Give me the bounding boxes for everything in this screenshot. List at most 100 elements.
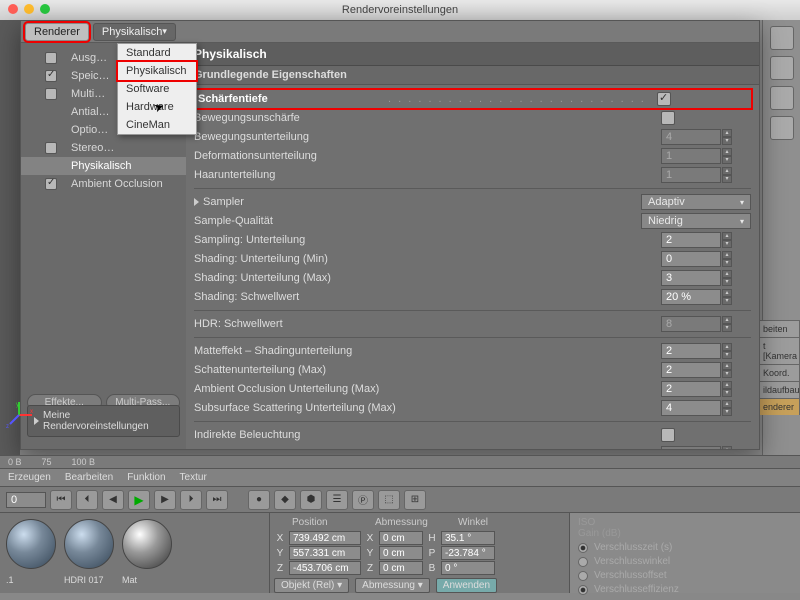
dof-checkbox[interactable] xyxy=(657,92,671,106)
dropdown-item-cineman[interactable]: CineMan xyxy=(118,116,196,134)
tab[interactable]: Textur xyxy=(180,472,207,483)
disclosure-icon[interactable] xyxy=(194,198,199,206)
pos-y[interactable]: 557.331 cm xyxy=(289,546,361,560)
sampler-dropdown[interactable]: Adaptiv▾ xyxy=(641,194,751,210)
toolbar-icon[interactable]: Ⓟ xyxy=(352,490,374,510)
renderer-combo[interactable]: Physikalisch ▾ xyxy=(93,23,176,41)
checkbox[interactable] xyxy=(45,88,57,100)
apply-button[interactable]: Anwenden xyxy=(436,578,497,593)
step-back-icon[interactable]: ⏴ xyxy=(76,490,98,510)
radio-shutter-time[interactable]: Verschlusszeit (s) xyxy=(578,542,792,553)
panel-subtitle: Grundlegende Eigenschaften xyxy=(186,66,759,85)
coordinates-panel: PositionAbmessungWinkel X739.492 cmX0 cm… xyxy=(270,513,570,593)
num-input[interactable]: 2 xyxy=(661,343,721,359)
camera-shutter-panel: ISO Gain (dB) Verschlusszeit (s) Verschl… xyxy=(570,513,800,593)
checkbox[interactable] xyxy=(45,142,57,154)
ang-h[interactable]: 35.1 ° xyxy=(441,531,495,545)
checkbox[interactable] xyxy=(45,70,57,82)
radio-shutter-angle[interactable]: Verschlusswinkel xyxy=(578,556,792,567)
pos-z[interactable]: -453.706 cm xyxy=(289,561,361,575)
ang-p[interactable]: -23.784 ° xyxy=(441,546,495,560)
pos-x[interactable]: 739.492 cm xyxy=(289,531,361,545)
num-input[interactable]: 2 xyxy=(661,232,721,248)
renderer-menu-button[interactable]: Renderer xyxy=(25,23,89,41)
frame-field[interactable]: 0 xyxy=(6,492,46,508)
sidebar-item-ao: Ambient Occlusion xyxy=(21,175,186,193)
num-input[interactable]: 3 xyxy=(661,270,721,286)
checkbox[interactable] xyxy=(45,178,57,190)
tab[interactable]: Funktion xyxy=(127,472,165,483)
radio-shutter-eff[interactable]: Verschlusseffizienz xyxy=(578,584,792,595)
dimension-dropdown[interactable]: Abmessung ▾ xyxy=(355,578,430,593)
num-input[interactable]: 2 xyxy=(661,381,721,397)
close-icon[interactable] xyxy=(8,4,18,14)
zoom-icon[interactable] xyxy=(40,4,50,14)
tool-icon[interactable] xyxy=(770,26,794,50)
spinner: ▴▾ xyxy=(722,129,732,145)
goto-end-icon[interactable]: ⏭ xyxy=(206,490,228,510)
num-input[interactable]: 20 % xyxy=(661,289,721,305)
num-input[interactable]: 2 xyxy=(661,362,721,378)
toolbar-icon[interactable]: ☰ xyxy=(326,490,348,510)
bg-right-tabs[interactable]: beiten t [Kamera Koord. ildaufbau endere… xyxy=(758,320,800,415)
toolbar-icon[interactable]: ⊞ xyxy=(404,490,426,510)
chevron-down-icon: ▾ xyxy=(162,26,167,37)
minimize-icon[interactable] xyxy=(24,4,34,14)
disclosure-icon xyxy=(34,417,39,425)
tool-icon[interactable] xyxy=(770,116,794,140)
dim-y[interactable]: 0 cm xyxy=(379,546,423,560)
material-label: HDRI 017 xyxy=(64,575,114,585)
material-preview[interactable] xyxy=(122,519,172,569)
dim-x[interactable]: 0 cm xyxy=(379,531,423,545)
tab[interactable]: Bearbeiten xyxy=(65,472,113,483)
quality-dropdown[interactable]: Niedrig▾ xyxy=(641,213,751,229)
num-input: 8 xyxy=(661,316,721,332)
material-preview[interactable] xyxy=(6,519,56,569)
autokey-icon[interactable]: ⬢ xyxy=(300,490,322,510)
next-frame-icon[interactable]: ▶ xyxy=(154,490,176,510)
record-icon[interactable]: ● xyxy=(248,490,270,510)
settings-main: Physikalisch Grundlegende Eigenschaften … xyxy=(186,43,759,449)
timeline-ruler[interactable]: 0 B75100 B xyxy=(0,455,800,469)
dropdown-item-software[interactable]: Software xyxy=(118,80,196,98)
svg-text:z: z xyxy=(6,424,9,430)
sidebar-item: Stereo… xyxy=(21,139,186,157)
tool-icon[interactable] xyxy=(770,86,794,110)
dim-z[interactable]: 0 cm xyxy=(379,561,423,575)
app-bottom-area: 0 B75100 B Erzeugen Bearbeiten Funktion … xyxy=(0,455,800,600)
gi-checkbox[interactable] xyxy=(661,428,675,442)
axis-gizmo-icon: x y z xyxy=(4,400,34,430)
tab[interactable]: Erzeugen xyxy=(8,472,51,483)
tool-icon[interactable] xyxy=(770,56,794,80)
object-mode-dropdown[interactable]: Objekt (Rel) ▾ xyxy=(274,578,349,593)
dropdown-item-standard[interactable]: Standard xyxy=(118,44,196,62)
play-icon[interactable]: ▶ xyxy=(128,490,150,510)
traffic-lights[interactable] xyxy=(8,4,50,14)
svg-text:y: y xyxy=(16,402,19,408)
panel-title: Physikalisch xyxy=(186,43,759,66)
material-panel: .1 HDRI 017 Mat xyxy=(0,513,270,593)
num-input[interactable]: 0 xyxy=(661,251,721,267)
dropdown-item-physical[interactable]: Physikalisch xyxy=(118,62,196,80)
motionblur-checkbox[interactable] xyxy=(661,111,675,125)
radio-shutter-offset[interactable]: Verschlussoffset xyxy=(578,570,792,581)
toolbar-icon[interactable]: ⬚ xyxy=(378,490,400,510)
num-input: 4 xyxy=(661,129,721,145)
bottom-tabs: Erzeugen Bearbeiten Funktion Textur xyxy=(0,469,800,487)
renderer-dropdown[interactable]: Standard Physikalisch Software Hardware … xyxy=(117,43,197,135)
material-preview[interactable] xyxy=(64,519,114,569)
goto-start-icon[interactable]: ⏮ xyxy=(50,490,72,510)
checkbox[interactable] xyxy=(45,52,57,64)
window-menubar: Renderer Physikalisch ▾ xyxy=(21,21,759,43)
properties-list: Schärfentiefe . . . . . . . . . . . . . … xyxy=(186,85,759,449)
num-input[interactable]: 4 xyxy=(661,400,721,416)
spinner[interactable]: ▴▾ xyxy=(722,232,732,248)
material-label: .1 xyxy=(6,575,56,585)
num-input: 1 xyxy=(661,167,721,183)
prev-frame-icon[interactable]: ◀ xyxy=(102,490,124,510)
ang-b[interactable]: 0 ° xyxy=(441,561,495,575)
key-icon[interactable]: ◆ xyxy=(274,490,296,510)
step-fwd-icon[interactable]: ⏵ xyxy=(180,490,202,510)
save-preset-row[interactable]: Meine Rendervoreinstellungen xyxy=(27,405,180,437)
transport-bar: 0 ⏮ ⏴ ◀ ▶ ▶ ⏵ ⏭ ● ◆ ⬢ ☰ Ⓟ ⬚ ⊞ xyxy=(0,487,800,513)
